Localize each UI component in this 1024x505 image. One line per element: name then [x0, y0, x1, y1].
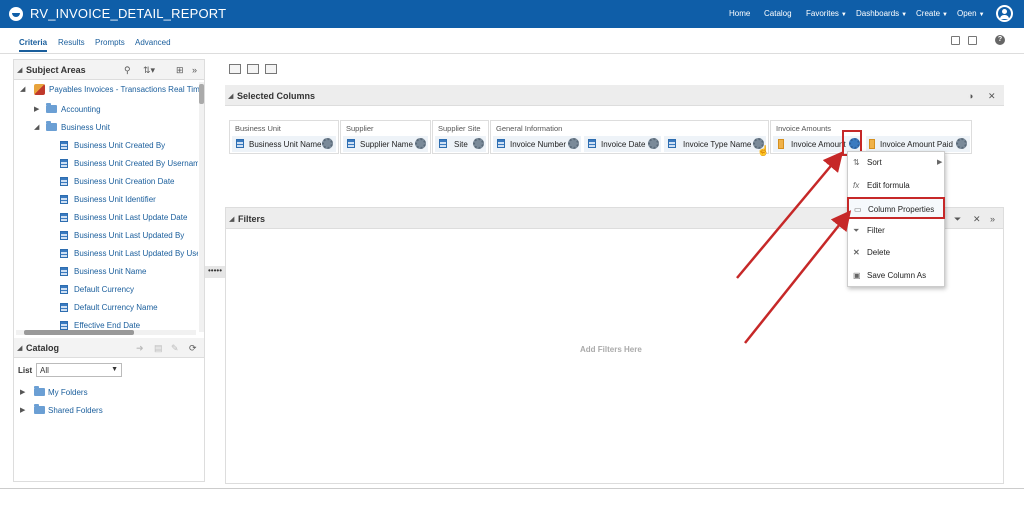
arrow-to-gear	[736, 151, 844, 279]
cursor-hand-icon: ☝	[757, 146, 770, 157]
arrow-to-column-properties	[744, 210, 852, 344]
page-bottom-border	[0, 488, 1024, 489]
annotation-arrows	[736, 151, 852, 344]
